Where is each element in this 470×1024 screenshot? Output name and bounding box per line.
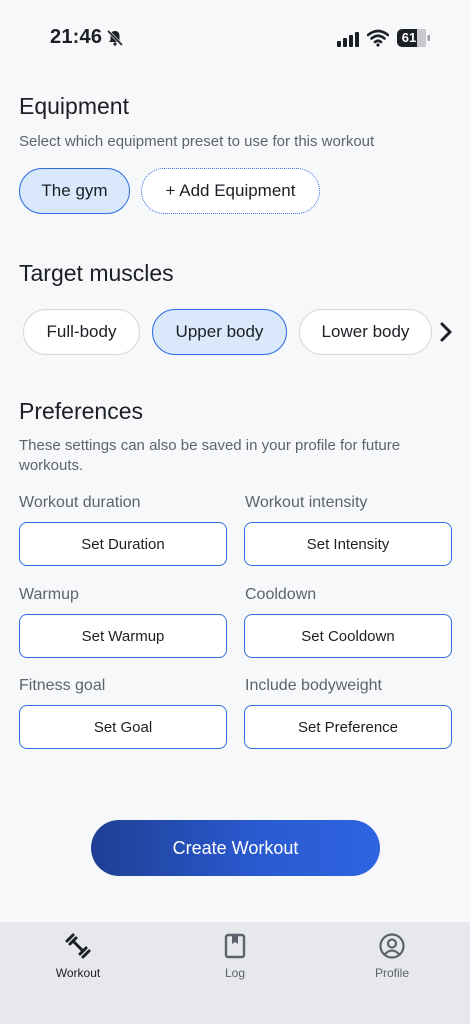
cooldown-label: Cooldown bbox=[245, 586, 317, 603]
add-equipment-button[interactable]: + Add Equipment bbox=[141, 168, 320, 214]
muscle-option-full-body[interactable]: Full-body bbox=[23, 309, 140, 355]
tab-workout-label: Workout bbox=[55, 966, 101, 980]
workout-duration-label: Workout duration bbox=[19, 494, 141, 511]
set-preference-button[interactable]: Set Preference bbox=[244, 705, 452, 749]
profile-icon bbox=[378, 932, 406, 960]
equipment-option-the-gym[interactable]: The gym bbox=[19, 168, 130, 214]
set-intensity-button[interactable]: Set Intensity bbox=[244, 522, 452, 566]
preferences-description: These settings can also be saved in your… bbox=[19, 437, 401, 474]
fitness-goal-label: Fitness goal bbox=[19, 677, 106, 694]
bell-muted-icon bbox=[106, 29, 124, 47]
tab-profile-label: Profile bbox=[374, 966, 409, 980]
cellular-signal-icon bbox=[337, 32, 359, 47]
target-muscles-title: Target muscles bbox=[19, 260, 174, 286]
tab-profile[interactable]: Profile bbox=[337, 932, 447, 980]
status-bar: 21:46 61 bbox=[0, 0, 470, 76]
battery-level: 61 bbox=[401, 30, 417, 45]
set-cooldown-button[interactable]: Set Cooldown bbox=[244, 614, 452, 658]
dumbbell-icon bbox=[64, 932, 92, 960]
tab-bar: Workout Log Profile bbox=[0, 922, 470, 1024]
tab-log[interactable]: Log bbox=[180, 932, 290, 980]
clock: 21:46 bbox=[50, 26, 103, 48]
book-icon bbox=[221, 932, 249, 960]
equipment-description: Select which equipment preset to use for… bbox=[19, 133, 375, 150]
tab-log-label: Log bbox=[224, 966, 246, 980]
set-warmup-button[interactable]: Set Warmup bbox=[19, 614, 227, 658]
warmup-label: Warmup bbox=[19, 586, 79, 603]
muscle-option-upper-body[interactable]: Upper body bbox=[152, 309, 287, 355]
set-duration-button[interactable]: Set Duration bbox=[19, 522, 227, 566]
create-workout-button[interactable]: Create Workout bbox=[91, 820, 380, 876]
include-bodyweight-label: Include bodyweight bbox=[245, 677, 382, 694]
set-goal-button[interactable]: Set Goal bbox=[19, 705, 227, 749]
muscle-option-lower-body[interactable]: Lower body bbox=[299, 309, 432, 355]
battery-icon: 61 bbox=[397, 29, 431, 47]
workout-intensity-label: Workout intensity bbox=[245, 494, 368, 511]
tab-workout[interactable]: Workout bbox=[23, 932, 133, 980]
wifi-icon bbox=[367, 29, 389, 47]
equipment-title: Equipment bbox=[19, 93, 129, 119]
preferences-title: Preferences bbox=[19, 398, 144, 424]
chevron-right-icon[interactable] bbox=[436, 318, 456, 346]
